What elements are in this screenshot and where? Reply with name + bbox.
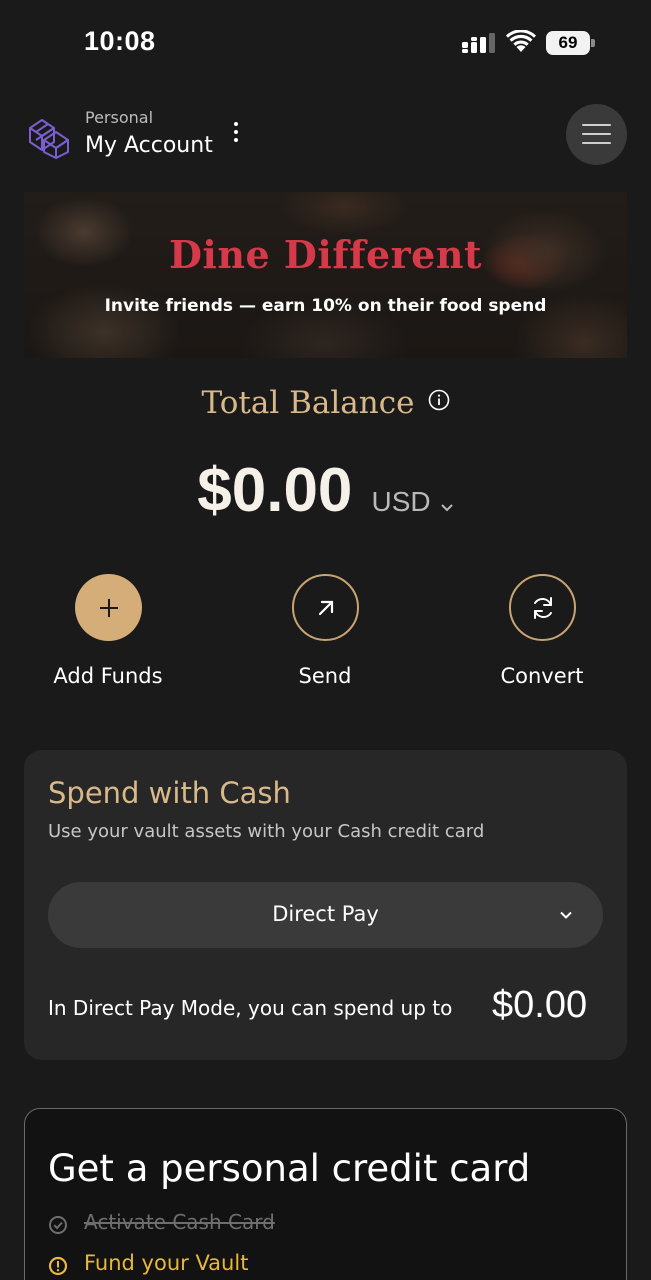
arrow-up-right-icon	[318, 600, 333, 615]
account-name[interactable]: My Account	[85, 133, 213, 158]
send-label[interactable]: Send	[235, 664, 415, 688]
convert-button[interactable]	[509, 574, 576, 641]
plus-icon	[99, 598, 118, 617]
step-label: Fund your Vault	[84, 1251, 249, 1275]
banner-title: Dine Different	[168, 232, 483, 277]
balance-row: $0.00 USD	[0, 455, 651, 526]
spend-title: Spend with Cash	[48, 776, 291, 810]
convert-label[interactable]: Convert	[452, 664, 632, 688]
currency-label: USD	[371, 486, 431, 517]
promo-banner[interactable]: Dine Different Invite friends — earn 10%…	[24, 192, 627, 358]
wifi-icon	[506, 30, 536, 52]
send-button[interactable]	[292, 574, 359, 641]
battery-level: 69	[546, 31, 590, 55]
chevron-down-icon	[560, 911, 572, 919]
balance-label: Total Balance	[201, 385, 415, 421]
balance-amount: $0.00	[197, 456, 353, 525]
add-funds-button[interactable]	[75, 574, 142, 641]
logo-icon[interactable]	[24, 110, 74, 160]
step-label: Activate Cash Card	[84, 1210, 275, 1234]
balance-label-row: Total Balance	[0, 385, 651, 421]
spend-subtitle: Use your vault assets with your Cash cre…	[48, 821, 485, 842]
payment-mode-select[interactable]: Direct Pay	[48, 882, 603, 948]
add-funds-label[interactable]: Add Funds	[18, 664, 198, 688]
chevron-down-icon	[441, 503, 453, 511]
payment-mode-value: Direct Pay	[272, 902, 379, 926]
more-vertical-icon[interactable]	[228, 122, 244, 146]
refresh-icon	[533, 596, 552, 619]
info-icon[interactable]	[428, 389, 450, 411]
spend-limit-text: In Direct Pay Mode, you can spend up to	[48, 996, 453, 1020]
credit-card-title: Get a personal credit card	[48, 1147, 531, 1190]
account-type: Personal	[85, 108, 154, 127]
alert-circle-icon	[48, 1256, 68, 1276]
banner-subtitle: Invite friends — earn 10% on their food …	[104, 296, 547, 316]
status-time: 10:08	[84, 26, 156, 56]
spend-limit-amount: $0.00	[492, 984, 588, 1026]
signal-icon	[462, 33, 495, 53]
check-circle-icon	[49, 1216, 67, 1234]
currency-selector[interactable]: USD	[358, 486, 454, 517]
menu-button[interactable]	[566, 104, 627, 165]
battery-icon: 69	[546, 31, 596, 55]
